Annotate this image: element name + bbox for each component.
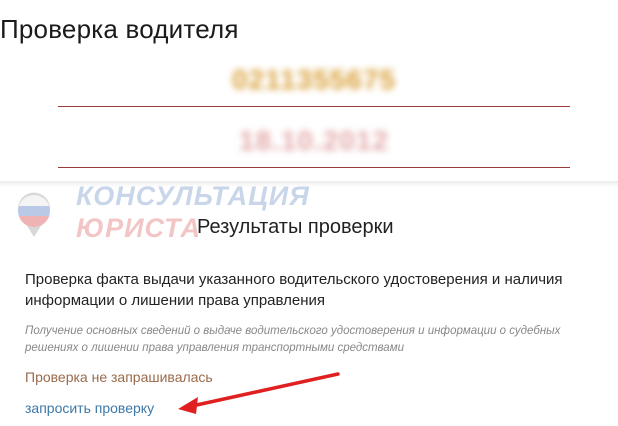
russian-flag-pin-icon — [18, 192, 51, 237]
request-check-link[interactable]: запросить проверку — [25, 400, 154, 416]
page-title: Проверка водителя — [0, 14, 239, 44]
license-number-value: 0211355675 — [231, 64, 397, 95]
watermark-line-2: ЮРИСТА — [76, 213, 201, 243]
issue-date-value: 18.10.2012 — [238, 125, 390, 156]
check-title: Проверка факта выдачи указанного водител… — [25, 271, 563, 309]
watermark-line-1: КОНСУЛЬТАЦИЯ — [76, 181, 310, 211]
red-arrow-icon — [178, 372, 340, 414]
check-description: Получение основных сведений о выдаче вод… — [25, 325, 561, 354]
results-heading: Результаты проверки — [197, 216, 394, 238]
license-number-field[interactable]: 0211355675 — [58, 64, 570, 107]
issue-date-field[interactable]: 18.10.2012 — [58, 125, 570, 168]
